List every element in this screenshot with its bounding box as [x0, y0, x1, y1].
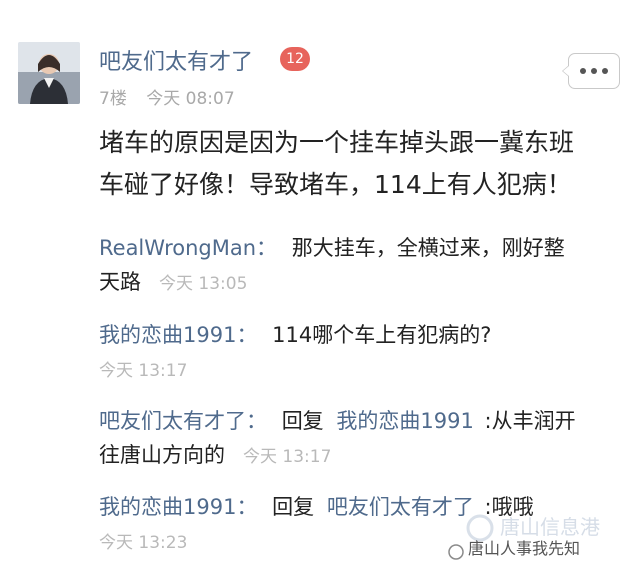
reply-author[interactable]: 吧友们太有才了：: [99, 409, 267, 433]
post-body-line: 车碰了好像！导致堵车，114上有人犯病！: [99, 170, 572, 199]
reply-author[interactable]: 我的恋曲1991：: [99, 323, 257, 347]
reply-item[interactable]: 我的恋曲1991： 回复 吧友们太有才了 :哦哦 今天 13:23: [99, 490, 629, 560]
reply-author[interactable]: RealWrongMan：: [99, 236, 277, 260]
post-username[interactable]: 吧友们太有才了: [99, 44, 253, 76]
reply-word: 回复: [281, 409, 324, 433]
reply-text: :哦哦: [484, 495, 534, 519]
reply-time: 今天 13:05: [159, 274, 248, 294]
more-dots-icon: [569, 54, 619, 88]
reply-time: 今天 13:17: [99, 361, 188, 381]
floor-number: 7楼: [99, 89, 127, 109]
reply-word: 回复: [272, 495, 315, 519]
level-badge: 12: [280, 47, 310, 71]
reply-text: 往唐山方向的: [99, 443, 225, 467]
avatar-photo-icon: [18, 42, 80, 104]
post-body: 堵车的原因是因为一个挂车掉头跟一冀东班 车碰了好像！导致堵车，114上有人犯病！: [99, 122, 629, 206]
reply-text: 那大挂车，全横过来，刚好整: [291, 236, 565, 260]
reply-text: 天路: [99, 270, 141, 294]
post-meta: 7楼 今天 08:07: [99, 84, 249, 109]
reply-text: :从丰润开: [484, 409, 576, 433]
more-button[interactable]: [562, 53, 620, 89]
post-time: 今天 08:07: [146, 89, 235, 109]
reply-time: 今天 13:23: [99, 533, 188, 553]
reply-text: 114哪个车上有犯病的?: [272, 323, 492, 347]
reply-item[interactable]: 我的恋曲1991： 114哪个车上有犯病的? 今天 13:17: [99, 318, 629, 388]
reply-item[interactable]: 吧友们太有才了： 回复 我的恋曲1991 :从丰润开 往唐山方向的 今天 13:1…: [99, 404, 629, 474]
reply-time: 今天 13:17: [243, 447, 332, 467]
reply-target[interactable]: 我的恋曲1991: [336, 409, 473, 433]
reply-target[interactable]: 吧友们太有才了: [327, 495, 474, 519]
post-body-line: 堵车的原因是因为一个挂车掉头跟一冀东班: [99, 128, 575, 157]
avatar[interactable]: [18, 42, 80, 104]
reply-item[interactable]: RealWrongMan： 那大挂车，全横过来，刚好整 天路 今天 13:05: [99, 231, 629, 301]
reply-author[interactable]: 我的恋曲1991：: [99, 495, 257, 519]
